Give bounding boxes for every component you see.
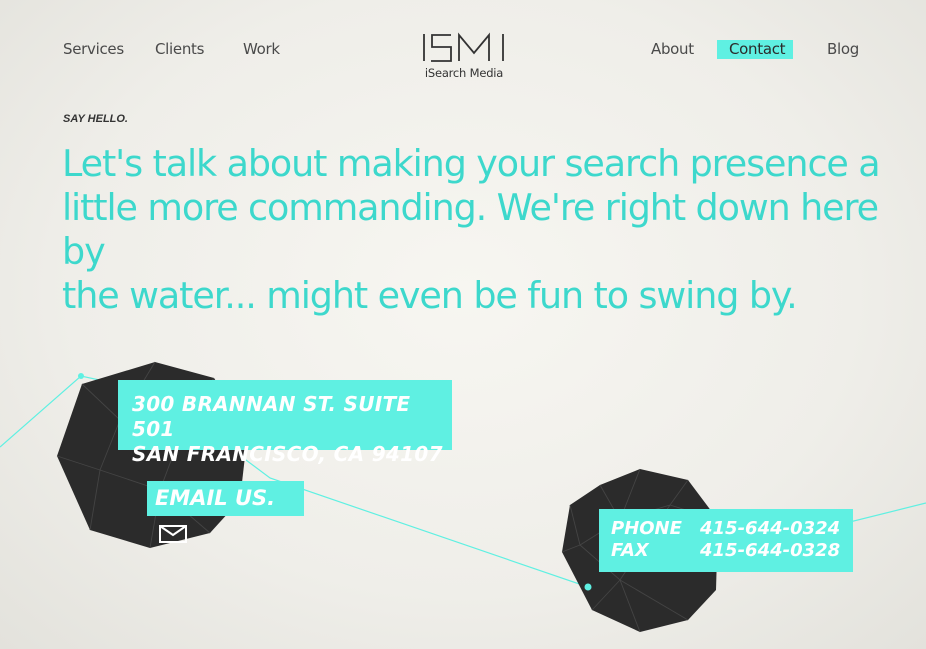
address-line: SAN FRANCISCO, CA 94107 — [132, 442, 443, 466]
envelope-icon — [159, 525, 187, 543]
connector-dot — [78, 373, 84, 379]
phone-fax-card: PHONE 415-644-0324 FAX 415-644-0328 — [599, 509, 853, 572]
fax-row: FAX 415-644-0328 — [611, 540, 853, 562]
phone-number[interactable]: 415-644-0324 — [700, 518, 840, 540]
connector-dot — [584, 583, 592, 591]
email-us-button[interactable]: EMAIL US. — [147, 481, 304, 543]
fax-label: FAX — [611, 540, 649, 561]
fax-number: 415-644-0328 — [700, 540, 841, 561]
email-us-label: EMAIL US. — [155, 486, 276, 510]
phone-row: PHONE 415-644-0324 — [611, 518, 853, 540]
phone-label: PHONE — [611, 518, 682, 539]
address-card: 300 BRANNAN ST. SUITE 501 SAN FRANCISCO,… — [118, 380, 452, 466]
address-line: 300 BRANNAN ST. SUITE 501 — [132, 392, 411, 441]
